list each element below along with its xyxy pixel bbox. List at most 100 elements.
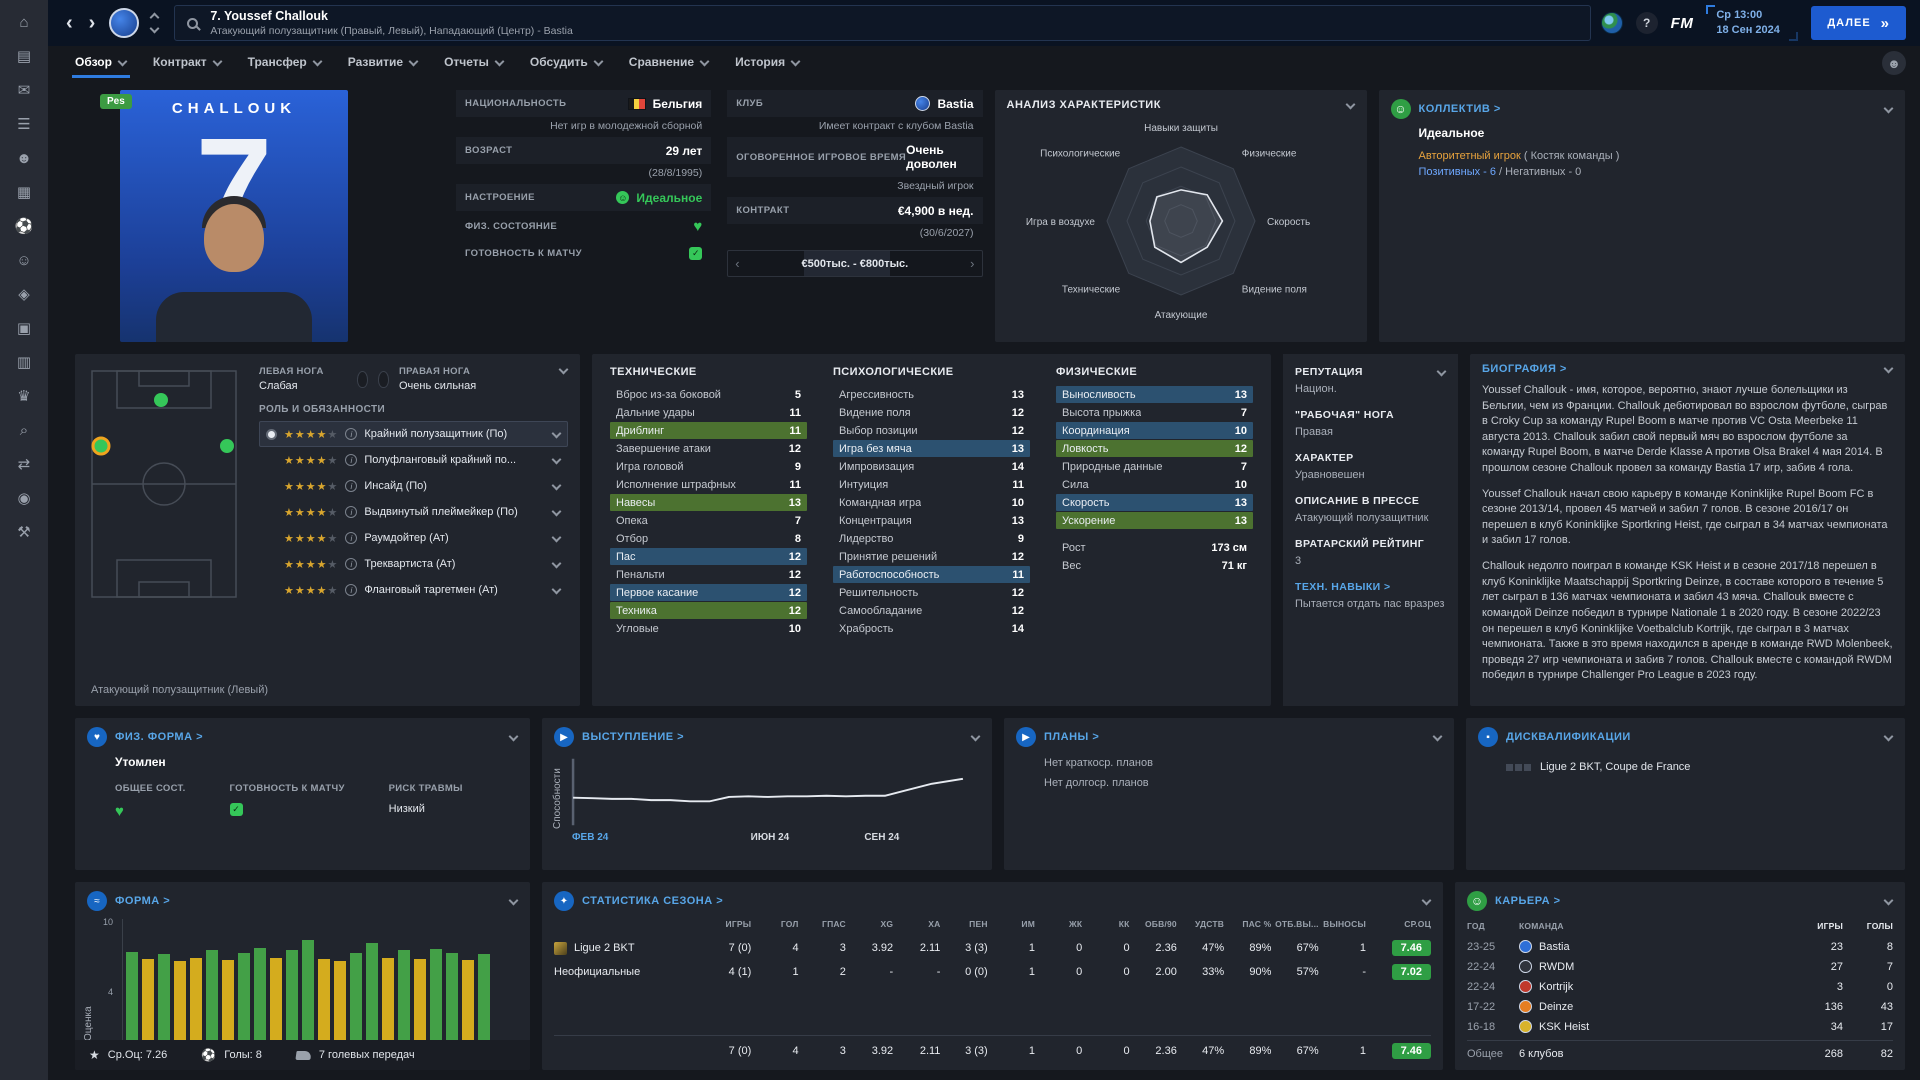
chevron-down-icon[interactable] [552,534,561,543]
cycle-item-buttons[interactable] [151,14,158,32]
team-panel-title[interactable]: КОЛЛЕКТИВ > [1419,103,1501,115]
chevron-down-icon[interactable] [552,560,561,569]
suspensions-icon: ▪ [1478,727,1498,747]
career-row[interactable]: 22-24RWDM277 [1467,957,1893,977]
pitch-map[interactable] [89,368,239,600]
chevron-down-icon[interactable] [1884,365,1893,374]
chevron-down-icon[interactable] [1433,733,1442,742]
chevron-down-icon[interactable] [552,586,561,595]
transfers-icon[interactable]: ⇄ [9,450,39,478]
squad-icon[interactable]: ☻ [9,144,39,172]
performance-title[interactable]: ВЫСТУПЛЕНИЕ > [582,731,684,743]
career-row[interactable]: 16-18KSK Heist3417 [1467,1017,1893,1037]
career-years: 22-24 [1467,981,1519,993]
tab-5[interactable]: Отчеты [431,55,517,78]
form-title[interactable]: ФОРМА > [115,895,170,907]
transfer-value-slider[interactable]: €500тыс. - €800тыс. [727,250,982,277]
chevron-down-icon[interactable] [509,897,518,906]
attribute-row: Завершение атаки12 [610,440,807,457]
home-icon[interactable]: ⌂ [9,8,39,36]
info-block-title[interactable]: ТЕХН. НАВЫКИ > [1295,581,1446,593]
role-row[interactable]: ★★★★★iРаумдойтер (Ат) [259,525,568,551]
plans-title[interactable]: ПЛАНЫ > [1044,731,1099,743]
chevron-down-icon[interactable] [552,456,561,465]
back-button[interactable]: ‹ [58,13,81,33]
club-crest-icon[interactable]: ◈ [9,280,39,308]
suspensions-title[interactable]: ДИСКВАЛИФИКАЦИИ [1506,731,1631,743]
career-row[interactable]: 23-25Bastia238 [1467,937,1893,957]
tab-4[interactable]: Развитие [335,55,431,78]
role-row[interactable]: ★★★★★iФланговый таргетмен (Ат) [259,577,568,603]
chevron-down-icon[interactable] [509,733,518,742]
season-stats-title[interactable]: СТАТИСТИКА СЕЗОНА > [582,895,723,907]
condition-heart-icon [115,803,124,820]
schedule-icon[interactable]: ▥ [9,348,39,376]
chevron-down-icon[interactable] [1346,101,1355,110]
tab-2[interactable]: Контракт [140,55,235,78]
tab-8[interactable]: История [722,55,813,78]
mail-icon[interactable]: ✉ [9,76,39,104]
position-left-mid-dot-selected[interactable] [93,438,109,454]
club-badge-icon[interactable] [109,8,139,38]
career-row[interactable]: 17-22Deinze13643 [1467,997,1893,1017]
profile-icon[interactable]: ☺ [9,246,39,274]
chevron-down-icon[interactable] [552,430,561,439]
info-icon: i [345,584,357,596]
role-row[interactable]: ★★★★★iПолуфланговый крайний по... [259,447,568,473]
role-star-rating: ★★★★★ [284,584,338,597]
career-title[interactable]: КАРЬЕРА > [1495,895,1561,907]
position-striker-dot[interactable] [154,393,168,407]
career-apps: 27 [1779,961,1843,973]
tab-label: Сравнение [629,55,694,69]
svg-text:Психологические: Психологические [1040,149,1120,160]
chevron-down-icon[interactable] [1884,897,1893,906]
forward-button[interactable]: › [81,13,104,33]
help-icon[interactable]: ? [1636,12,1658,34]
attribute-row: Игра головой9 [610,458,807,475]
role-row[interactable]: ★★★★★iИнсайд (По) [259,473,568,499]
monitor-icon[interactable]: ▤ [9,42,39,70]
match-ball-icon[interactable]: ⚽ [9,212,39,240]
tab-1[interactable]: Обзор [62,55,140,78]
position-right-mid-dot[interactable] [220,439,234,453]
stat-value: 1 [754,966,798,978]
form-bar [142,959,154,1040]
news-icon[interactable]: ☰ [9,110,39,138]
career-row[interactable]: 22-24Kortrijk30 [1467,977,1893,997]
chevron-down-icon[interactable] [1422,897,1431,906]
stat-value: - [849,966,893,978]
preferences-wrench-icon[interactable]: ⚒ [9,518,39,546]
role-row[interactable]: ★★★★★iВыдвинутый плеймейкер (По) [259,499,568,525]
role-row[interactable]: ★★★★★iТреквартиста (Ат) [259,551,568,577]
biography-title[interactable]: БИОГРАФИЯ > [1482,363,1567,375]
training-icon[interactable]: ▣ [9,314,39,342]
tab-6[interactable]: Обсудить [517,55,616,78]
stats-icon[interactable]: ▦ [9,178,39,206]
scouting-search-icon[interactable]: ⌕ [9,416,39,444]
tab-3[interactable]: Трансфер [235,55,335,78]
stat-value: 67% [1274,942,1318,954]
fitness-title[interactable]: ФИЗ. ФОРМА > [115,731,203,743]
chevron-down-icon[interactable] [1884,105,1893,114]
chevron-down-icon[interactable] [1437,368,1446,377]
career-goals: 8 [1843,941,1893,953]
chevron-down-icon[interactable] [552,508,561,517]
tactics-icon[interactable]: ◉ [9,484,39,512]
chevron-down-icon[interactable] [971,733,980,742]
chevron-down-icon [118,58,127,67]
chevron-down-icon[interactable] [1884,733,1893,742]
role-row[interactable]: ★★★★★iКрайний полузащитник (По) [259,421,568,447]
competition-trophy-icon[interactable]: ♛ [9,382,39,410]
tab-7[interactable]: Сравнение [616,55,722,78]
continue-button[interactable]: ДАЛЕЕ [1811,6,1906,40]
form-bar [382,958,394,1040]
search-bar[interactable]: 7. Youssef Challouk Атакующий полузащитн… [174,5,1590,41]
manager-avatar[interactable]: ☻ [1882,51,1906,75]
selected-role-radio [266,429,277,440]
chevron-down-icon[interactable] [552,482,561,491]
world-icon[interactable] [1601,12,1623,34]
chevron-down-icon[interactable] [559,366,568,375]
info-block-title: ОПИСАНИЕ В ПРЕССЕ [1295,495,1446,507]
career-years: 17-22 [1467,1001,1519,1013]
stat-value: 3 (3) [943,1045,987,1057]
